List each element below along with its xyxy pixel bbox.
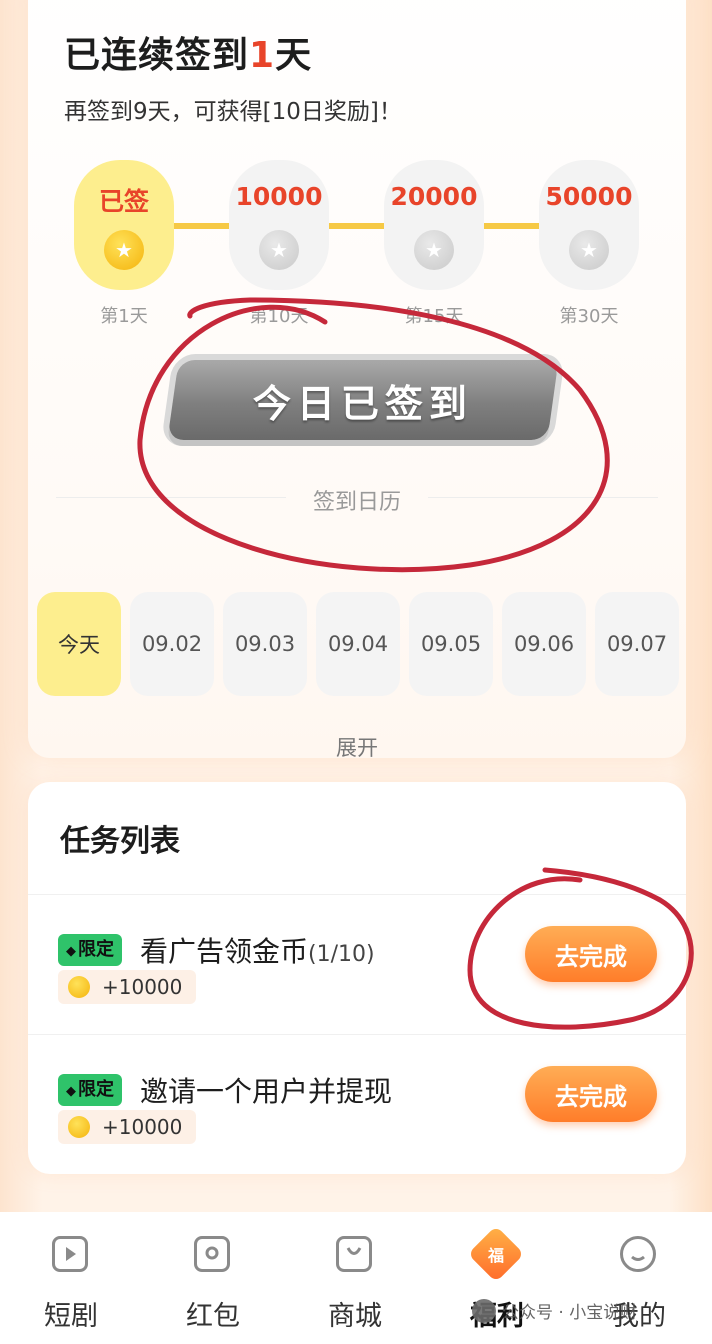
milestone-day-label: 第10天 — [249, 306, 309, 327]
tab-mall[interactable]: 商城 — [284, 1212, 426, 1344]
task-name: 看广告领金币(1/10) — [140, 935, 375, 968]
milestone-day-label: 第15天 — [404, 306, 464, 327]
streak-title-highlight: 签到 — [175, 26, 249, 78]
milestone-day-1[interactable]: 已签 ★ — [74, 160, 174, 290]
play-icon — [52, 1236, 88, 1272]
calendar-day[interactable]: 09.03 — [223, 592, 307, 696]
go-complete-button[interactable]: 去完成 — [525, 1066, 657, 1122]
silver-coin-icon: ★ — [414, 230, 454, 270]
gold-coin-icon — [68, 976, 90, 998]
silver-coin-icon: ★ — [569, 230, 609, 270]
gold-coin-icon — [68, 1116, 90, 1138]
milestone-track: 已签 ★ 第1天 10000 ★ 第10天 20000 ★ 第15天 50000… — [28, 160, 686, 340]
checked-in-today-button[interactable]: 今日已签到 — [167, 360, 559, 440]
watermark: 公众号 · 小宝说财 — [472, 1298, 637, 1323]
diamond-icon: ◆ — [66, 1084, 76, 1099]
calendar-day[interactable]: 09.07 — [595, 592, 679, 696]
milestone-day-label: 第30天 — [559, 306, 619, 327]
streak-subtitle: 再签到9天，可获得[10日奖励]！ — [64, 99, 402, 125]
milestone-value: 20000 — [390, 182, 478, 211]
task-progress: (1/10) — [308, 942, 375, 967]
milestone-day-30[interactable]: 50000 ★ — [539, 160, 639, 290]
limited-badge: ◆ 限定 — [58, 934, 122, 966]
divider — [28, 1034, 686, 1035]
milestone-day-15[interactable]: 20000 ★ — [384, 160, 484, 290]
tab-label: 商城 — [328, 1301, 382, 1332]
tab-label: 短剧 — [44, 1301, 98, 1332]
wechat-icon — [472, 1298, 496, 1323]
task-name: 邀请一个用户并提现 — [140, 1075, 393, 1108]
streak-title: 已连续签到 1 天 — [64, 26, 312, 78]
reward-tag: +10000 — [58, 1110, 197, 1144]
expand-calendar-link[interactable]: 展开 — [28, 732, 686, 762]
milestone-value: 已签 — [98, 187, 149, 216]
limited-badge: ◆ 限定 — [58, 1074, 122, 1106]
tab-welfare[interactable]: 福 福利 — [426, 1212, 568, 1344]
task-item-watch-ad: ◆ 限定 看广告领金币(1/10) +10000 去完成 — [28, 926, 686, 1064]
milestone-value: 10000 — [235, 182, 323, 211]
bottom-tab-bar: 短剧 红包 商城 福 福利 我的 — [0, 1212, 712, 1344]
go-complete-button[interactable]: 去完成 — [525, 926, 657, 982]
streak-count: 1 — [249, 35, 276, 76]
calendar-row: 今天 09.02 09.03 09.04 09.05 09.06 09.07 — [0, 592, 712, 697]
task-item-invite-user: ◆ 限定 邀请一个用户并提现 +10000 去完成 — [28, 1066, 686, 1204]
fu-icon: 福 — [467, 1225, 525, 1283]
gold-coin-icon: ★ — [104, 230, 144, 270]
checkin-button-label: 今日已签到 — [252, 381, 473, 426]
calendar-day[interactable]: 09.06 — [502, 592, 586, 696]
shopping-bag-icon — [336, 1236, 372, 1272]
milestone-value: 50000 — [545, 182, 633, 211]
calendar-day[interactable]: 09.02 — [130, 592, 214, 696]
task-list-title: 任务列表 — [60, 816, 180, 860]
divider — [28, 894, 686, 895]
milestone-day-10[interactable]: 10000 ★ — [229, 160, 329, 290]
calendar-title: 签到日历 — [312, 490, 401, 515]
tab-short-drama[interactable]: 短剧 — [0, 1212, 142, 1344]
tab-red-packet[interactable]: 红包 — [142, 1212, 284, 1344]
milestone-day-label: 第1天 — [100, 306, 148, 327]
calendar-day[interactable]: 09.04 — [316, 592, 400, 696]
calendar-day-today[interactable]: 今天 — [37, 592, 121, 696]
milestone-line — [124, 223, 594, 229]
diamond-icon: ◆ — [66, 944, 76, 959]
tab-profile[interactable]: 我的 — [568, 1212, 710, 1344]
silver-coin-icon: ★ — [259, 230, 299, 270]
profile-icon — [620, 1236, 656, 1272]
reward-tag: +10000 — [58, 970, 197, 1004]
red-packet-icon — [194, 1236, 230, 1272]
calendar-day[interactable]: 09.05 — [409, 592, 493, 696]
tab-label: 红包 — [186, 1301, 240, 1332]
task-list-card: 任务列表 ◆ 限定 看广告领金币(1/10) +10000 去完成 ◆ 限定 邀请一… — [28, 782, 686, 1174]
